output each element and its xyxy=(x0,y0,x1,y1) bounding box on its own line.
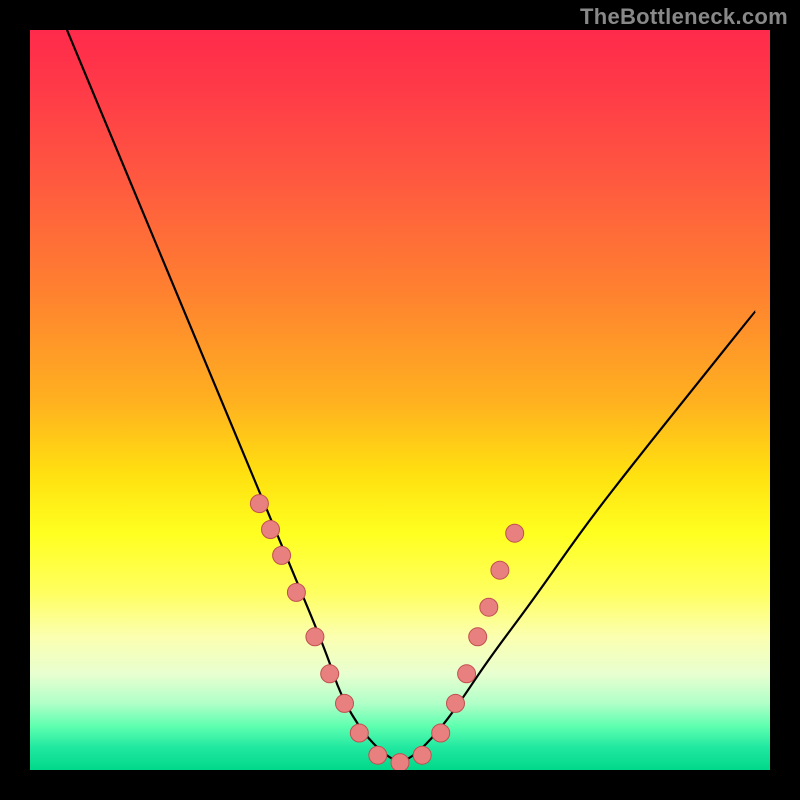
curve-marker xyxy=(262,521,280,539)
curve-marker xyxy=(413,746,431,764)
curve-marker xyxy=(287,583,305,601)
chart-svg xyxy=(30,30,770,770)
curve-marker xyxy=(321,665,339,683)
curve-marker xyxy=(306,628,324,646)
curve-marker xyxy=(447,694,465,712)
curve-marker xyxy=(336,694,354,712)
curve-marker xyxy=(458,665,476,683)
curve-marker xyxy=(391,754,409,770)
curve-marker xyxy=(273,546,291,564)
bottleneck-curve-line xyxy=(67,30,755,761)
curve-marker xyxy=(369,746,387,764)
chart-plot-area xyxy=(30,30,770,770)
curve-marker xyxy=(506,524,524,542)
curve-marker xyxy=(491,561,509,579)
curve-marker xyxy=(480,598,498,616)
curve-marker xyxy=(432,724,450,742)
curve-markers xyxy=(250,495,523,770)
curve-marker xyxy=(469,628,487,646)
curve-marker xyxy=(250,495,268,513)
curve-marker xyxy=(350,724,368,742)
watermark-text: TheBottleneck.com xyxy=(580,4,788,30)
